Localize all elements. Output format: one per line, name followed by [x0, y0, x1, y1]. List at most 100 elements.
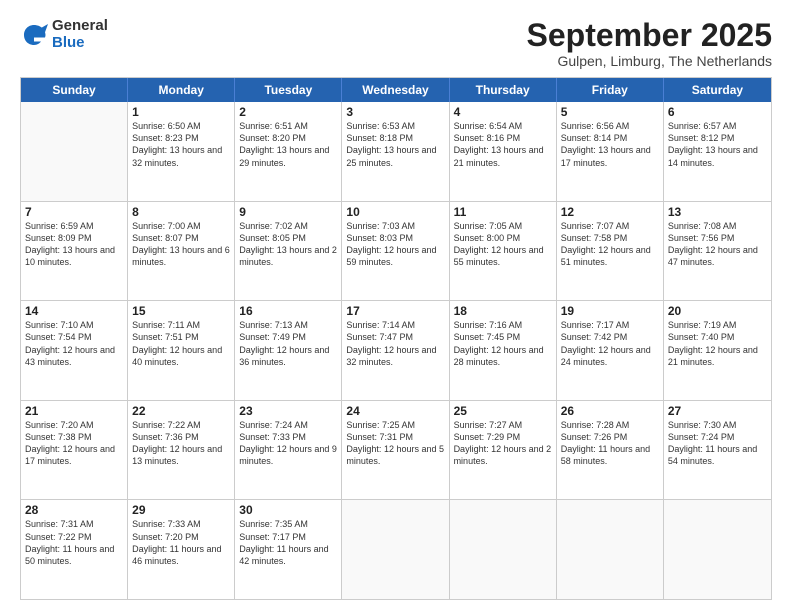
logo-text: General Blue: [52, 18, 108, 51]
day-number: 9: [239, 205, 337, 219]
calendar-cell: [450, 500, 557, 599]
day-number: 3: [346, 105, 444, 119]
month-title: September 2025: [527, 18, 772, 53]
calendar-row-1: 1Sunrise: 6:50 AM Sunset: 8:23 PM Daylig…: [21, 102, 771, 201]
cell-info: Sunrise: 7:33 AM Sunset: 7:20 PM Dayligh…: [132, 518, 230, 567]
day-number: 30: [239, 503, 337, 517]
cell-info: Sunrise: 6:59 AM Sunset: 8:09 PM Dayligh…: [25, 220, 123, 269]
day-number: 23: [239, 404, 337, 418]
day-number: 14: [25, 304, 123, 318]
calendar-cell: [664, 500, 771, 599]
cell-info: Sunrise: 7:10 AM Sunset: 7:54 PM Dayligh…: [25, 319, 123, 368]
cell-info: Sunrise: 7:14 AM Sunset: 7:47 PM Dayligh…: [346, 319, 444, 368]
day-number: 8: [132, 205, 230, 219]
header-day-friday: Friday: [557, 78, 664, 102]
calendar-cell: 10Sunrise: 7:03 AM Sunset: 8:03 PM Dayli…: [342, 202, 449, 301]
cell-info: Sunrise: 7:13 AM Sunset: 7:49 PM Dayligh…: [239, 319, 337, 368]
calendar-cell: 13Sunrise: 7:08 AM Sunset: 7:56 PM Dayli…: [664, 202, 771, 301]
calendar-cell: 1Sunrise: 6:50 AM Sunset: 8:23 PM Daylig…: [128, 102, 235, 201]
calendar-page: General Blue September 2025 Gulpen, Limb…: [0, 0, 792, 612]
cell-info: Sunrise: 7:24 AM Sunset: 7:33 PM Dayligh…: [239, 419, 337, 468]
day-number: 21: [25, 404, 123, 418]
calendar-cell: 28Sunrise: 7:31 AM Sunset: 7:22 PM Dayli…: [21, 500, 128, 599]
day-number: 2: [239, 105, 337, 119]
calendar-cell: [21, 102, 128, 201]
calendar-row-4: 21Sunrise: 7:20 AM Sunset: 7:38 PM Dayli…: [21, 400, 771, 500]
cell-info: Sunrise: 7:31 AM Sunset: 7:22 PM Dayligh…: [25, 518, 123, 567]
logo-blue: Blue: [52, 35, 108, 52]
cell-info: Sunrise: 7:08 AM Sunset: 7:56 PM Dayligh…: [668, 220, 767, 269]
calendar-row-5: 28Sunrise: 7:31 AM Sunset: 7:22 PM Dayli…: [21, 499, 771, 599]
logo: General Blue: [20, 18, 108, 51]
cell-info: Sunrise: 7:03 AM Sunset: 8:03 PM Dayligh…: [346, 220, 444, 269]
header-day-tuesday: Tuesday: [235, 78, 342, 102]
calendar-cell: 20Sunrise: 7:19 AM Sunset: 7:40 PM Dayli…: [664, 301, 771, 400]
day-number: 12: [561, 205, 659, 219]
cell-info: Sunrise: 7:02 AM Sunset: 8:05 PM Dayligh…: [239, 220, 337, 269]
calendar-cell: 16Sunrise: 7:13 AM Sunset: 7:49 PM Dayli…: [235, 301, 342, 400]
calendar-cell: 29Sunrise: 7:33 AM Sunset: 7:20 PM Dayli…: [128, 500, 235, 599]
calendar-cell: 6Sunrise: 6:57 AM Sunset: 8:12 PM Daylig…: [664, 102, 771, 201]
day-number: 1: [132, 105, 230, 119]
calendar: SundayMondayTuesdayWednesdayThursdayFrid…: [20, 77, 772, 600]
calendar-cell: 21Sunrise: 7:20 AM Sunset: 7:38 PM Dayli…: [21, 401, 128, 500]
calendar-cell: 17Sunrise: 7:14 AM Sunset: 7:47 PM Dayli…: [342, 301, 449, 400]
calendar-cell: 27Sunrise: 7:30 AM Sunset: 7:24 PM Dayli…: [664, 401, 771, 500]
cell-info: Sunrise: 7:07 AM Sunset: 7:58 PM Dayligh…: [561, 220, 659, 269]
day-number: 29: [132, 503, 230, 517]
day-number: 13: [668, 205, 767, 219]
title-section: September 2025 Gulpen, Limburg, The Neth…: [527, 18, 772, 69]
cell-info: Sunrise: 7:27 AM Sunset: 7:29 PM Dayligh…: [454, 419, 552, 468]
cell-info: Sunrise: 7:30 AM Sunset: 7:24 PM Dayligh…: [668, 419, 767, 468]
calendar-cell: 5Sunrise: 6:56 AM Sunset: 8:14 PM Daylig…: [557, 102, 664, 201]
day-number: 11: [454, 205, 552, 219]
calendar-cell: 15Sunrise: 7:11 AM Sunset: 7:51 PM Dayli…: [128, 301, 235, 400]
day-number: 19: [561, 304, 659, 318]
cell-info: Sunrise: 7:11 AM Sunset: 7:51 PM Dayligh…: [132, 319, 230, 368]
cell-info: Sunrise: 6:56 AM Sunset: 8:14 PM Dayligh…: [561, 120, 659, 169]
calendar-header: SundayMondayTuesdayWednesdayThursdayFrid…: [21, 78, 771, 102]
calendar-body: 1Sunrise: 6:50 AM Sunset: 8:23 PM Daylig…: [21, 102, 771, 599]
cell-info: Sunrise: 6:54 AM Sunset: 8:16 PM Dayligh…: [454, 120, 552, 169]
cell-info: Sunrise: 7:22 AM Sunset: 7:36 PM Dayligh…: [132, 419, 230, 468]
calendar-cell: 11Sunrise: 7:05 AM Sunset: 8:00 PM Dayli…: [450, 202, 557, 301]
cell-info: Sunrise: 7:28 AM Sunset: 7:26 PM Dayligh…: [561, 419, 659, 468]
day-number: 22: [132, 404, 230, 418]
location-subtitle: Gulpen, Limburg, The Netherlands: [527, 53, 772, 69]
cell-info: Sunrise: 7:17 AM Sunset: 7:42 PM Dayligh…: [561, 319, 659, 368]
cell-info: Sunrise: 7:20 AM Sunset: 7:38 PM Dayligh…: [25, 419, 123, 468]
calendar-cell: 22Sunrise: 7:22 AM Sunset: 7:36 PM Dayli…: [128, 401, 235, 500]
day-number: 15: [132, 304, 230, 318]
day-number: 16: [239, 304, 337, 318]
day-number: 4: [454, 105, 552, 119]
calendar-row-3: 14Sunrise: 7:10 AM Sunset: 7:54 PM Dayli…: [21, 300, 771, 400]
calendar-cell: 19Sunrise: 7:17 AM Sunset: 7:42 PM Dayli…: [557, 301, 664, 400]
calendar-cell: [557, 500, 664, 599]
calendar-cell: 14Sunrise: 7:10 AM Sunset: 7:54 PM Dayli…: [21, 301, 128, 400]
cell-info: Sunrise: 7:16 AM Sunset: 7:45 PM Dayligh…: [454, 319, 552, 368]
calendar-cell: 30Sunrise: 7:35 AM Sunset: 7:17 PM Dayli…: [235, 500, 342, 599]
day-number: 17: [346, 304, 444, 318]
header-day-thursday: Thursday: [450, 78, 557, 102]
calendar-cell: 26Sunrise: 7:28 AM Sunset: 7:26 PM Dayli…: [557, 401, 664, 500]
day-number: 20: [668, 304, 767, 318]
calendar-cell: 9Sunrise: 7:02 AM Sunset: 8:05 PM Daylig…: [235, 202, 342, 301]
calendar-cell: 7Sunrise: 6:59 AM Sunset: 8:09 PM Daylig…: [21, 202, 128, 301]
calendar-cell: 2Sunrise: 6:51 AM Sunset: 8:20 PM Daylig…: [235, 102, 342, 201]
day-number: 26: [561, 404, 659, 418]
header-day-saturday: Saturday: [664, 78, 771, 102]
cell-info: Sunrise: 7:35 AM Sunset: 7:17 PM Dayligh…: [239, 518, 337, 567]
calendar-cell: 4Sunrise: 6:54 AM Sunset: 8:16 PM Daylig…: [450, 102, 557, 201]
cell-info: Sunrise: 7:19 AM Sunset: 7:40 PM Dayligh…: [668, 319, 767, 368]
day-number: 18: [454, 304, 552, 318]
calendar-cell: 25Sunrise: 7:27 AM Sunset: 7:29 PM Dayli…: [450, 401, 557, 500]
cell-info: Sunrise: 6:51 AM Sunset: 8:20 PM Dayligh…: [239, 120, 337, 169]
cell-info: Sunrise: 7:05 AM Sunset: 8:00 PM Dayligh…: [454, 220, 552, 269]
cell-info: Sunrise: 6:50 AM Sunset: 8:23 PM Dayligh…: [132, 120, 230, 169]
day-number: 10: [346, 205, 444, 219]
cell-info: Sunrise: 7:25 AM Sunset: 7:31 PM Dayligh…: [346, 419, 444, 468]
header-day-sunday: Sunday: [21, 78, 128, 102]
calendar-row-2: 7Sunrise: 6:59 AM Sunset: 8:09 PM Daylig…: [21, 201, 771, 301]
calendar-cell: 18Sunrise: 7:16 AM Sunset: 7:45 PM Dayli…: [450, 301, 557, 400]
cell-info: Sunrise: 6:53 AM Sunset: 8:18 PM Dayligh…: [346, 120, 444, 169]
